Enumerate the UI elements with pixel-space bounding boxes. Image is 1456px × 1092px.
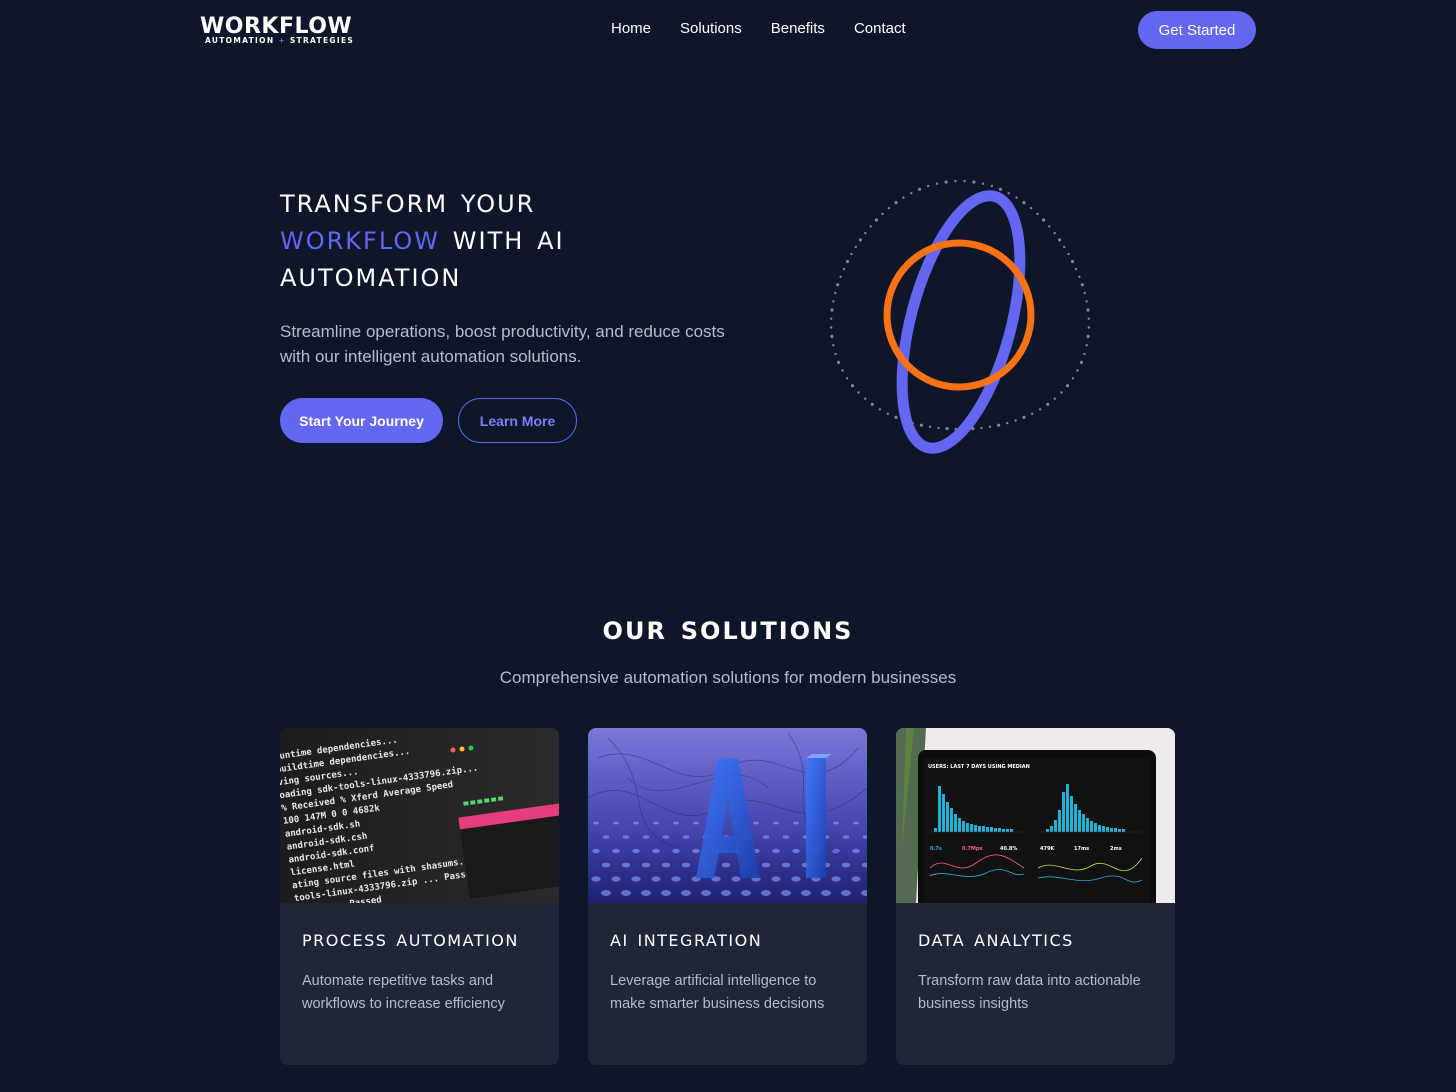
logo-tagline: AUTOMATION + STRATEGIES — [205, 36, 354, 45]
nav-link-home[interactable]: Home — [611, 20, 651, 38]
histogram-bar — [1118, 829, 1121, 832]
logo-tagline-right: STRATEGIES — [289, 36, 355, 45]
histogram-bar — [1102, 826, 1105, 832]
nav-link-contact[interactable]: Contact — [854, 20, 906, 38]
dashboard-metric: 479K — [1040, 846, 1055, 852]
histogram-bar — [942, 794, 945, 832]
histogram-bar — [1078, 810, 1081, 832]
histogram-bar — [966, 823, 969, 832]
hero-title: Transform Your Workflow with AI Automati… — [280, 183, 750, 294]
histogram-bar — [1062, 792, 1065, 832]
dashboard-metric: 0.7s — [930, 846, 942, 852]
nav-link-solutions[interactable]: Solutions — [680, 20, 742, 38]
solution-card-data-analytics[interactable]: USERS: LAST 7 DAYS USING MEDIAN 0.7s 0.7M… — [896, 728, 1175, 1065]
histogram-bar — [1074, 804, 1077, 832]
histogram-bar — [1006, 829, 1009, 832]
dashboard-metric: 40.8% — [1000, 846, 1017, 852]
start-journey-button[interactable]: Start Your Journey — [280, 398, 443, 443]
card-description: Transform raw data into actionable busin… — [918, 973, 1141, 1012]
histogram-bar — [982, 826, 985, 832]
histogram-bar — [962, 821, 965, 832]
ai-letters-3d-image: AI — [588, 728, 867, 903]
dashboard-metric: 0.7Mpx — [962, 846, 983, 852]
blue-orbit-ring — [896, 190, 1026, 454]
solution-card-process-automation[interactable]: runtime dependencies... buildtime depende… — [280, 728, 559, 1065]
main-nav: Home Solutions Benefits Contact — [611, 20, 906, 38]
dashboard-metric: 2ms — [1110, 846, 1122, 852]
card-title: Data Analytics — [918, 926, 1074, 952]
histogram-bar — [1058, 810, 1061, 832]
analytics-dashboard-laptop-image: USERS: LAST 7 DAYS USING MEDIAN 0.7s 0.7M… — [896, 728, 1175, 903]
card-description: Automate repetitive tasks and workflows … — [302, 973, 505, 1012]
dashboard-illustration: USERS: LAST 7 DAYS USING MEDIAN 0.7s 0.7M… — [896, 728, 1175, 903]
solution-card-ai-integration[interactable]: AI AI Integration Leverage artificial in… — [588, 728, 867, 1065]
brand-logo[interactable]: WORKFLOW AUTOMATION + STRATEGIES — [200, 15, 380, 46]
histogram-bar — [1046, 829, 1049, 832]
dashboard-header: USERS: LAST 7 DAYS USING MEDIAN — [928, 764, 1030, 770]
logo-tagline-left: AUTOMATION — [205, 36, 275, 45]
histogram-bar — [934, 828, 937, 832]
histogram-bar — [978, 826, 981, 832]
histogram-bar — [970, 824, 973, 832]
histogram-bar — [1122, 829, 1125, 832]
hero-subtitle: Streamline operations, boost productivit… — [280, 322, 725, 366]
card-title: Process Automation — [302, 926, 519, 952]
histogram-bar — [1086, 818, 1089, 832]
histogram-bar — [986, 827, 989, 832]
histogram-bar — [1090, 821, 1093, 832]
card-description: Leverage artificial intelligence to make… — [610, 973, 825, 1012]
orbit-rings-graphic — [830, 179, 1090, 454]
nav-link-benefits[interactable]: Benefits — [771, 20, 825, 38]
histogram-bar — [938, 786, 941, 832]
histogram-bar — [1070, 796, 1073, 832]
histogram-bar — [1066, 784, 1069, 832]
site-header: WORKFLOW AUTOMATION + STRATEGIES Home So… — [0, 0, 1456, 60]
get-started-button[interactable]: Get Started — [1138, 11, 1256, 49]
histogram-bar — [1010, 829, 1013, 832]
hero-title-line1: Transform Your — [280, 181, 536, 221]
histogram-bar — [1002, 829, 1005, 832]
histogram-bar — [998, 828, 1001, 832]
histogram-bar — [954, 814, 957, 832]
histogram-bar — [1094, 823, 1097, 832]
histogram-bar — [946, 802, 949, 832]
ai-illustration: AI — [588, 728, 867, 903]
dashboard-metric: 17ms — [1074, 846, 1089, 852]
hero-title-accent: Workflow — [280, 218, 440, 258]
hero-title-line3: Automation — [280, 255, 462, 295]
histogram-bar — [990, 827, 993, 832]
histogram-bar — [958, 818, 961, 832]
histogram-bar — [950, 808, 953, 832]
logo-tagline-separator: + — [278, 36, 286, 45]
solutions-title: Our Solutions — [602, 608, 854, 648]
histogram-bar — [1110, 828, 1113, 832]
histogram-bar — [1106, 827, 1109, 832]
histogram-bar — [1098, 825, 1101, 832]
learn-more-button[interactable]: Learn More — [458, 398, 577, 443]
solutions-subtitle: Comprehensive automation solutions for m… — [499, 668, 957, 687]
histogram-bar — [974, 825, 977, 832]
histogram-bar — [1054, 820, 1057, 832]
histogram-bar — [1082, 814, 1085, 832]
terminal-illustration: runtime dependencies...buildtime depende… — [280, 728, 559, 903]
terminal-screenshot-image: runtime dependencies... buildtime depende… — [280, 728, 559, 903]
histogram-bar — [1050, 826, 1053, 832]
hero-title-rest: with AI — [439, 218, 565, 258]
histogram-bar — [994, 828, 997, 832]
histogram-bar — [1114, 828, 1117, 832]
card-title: AI Integration — [610, 926, 763, 952]
